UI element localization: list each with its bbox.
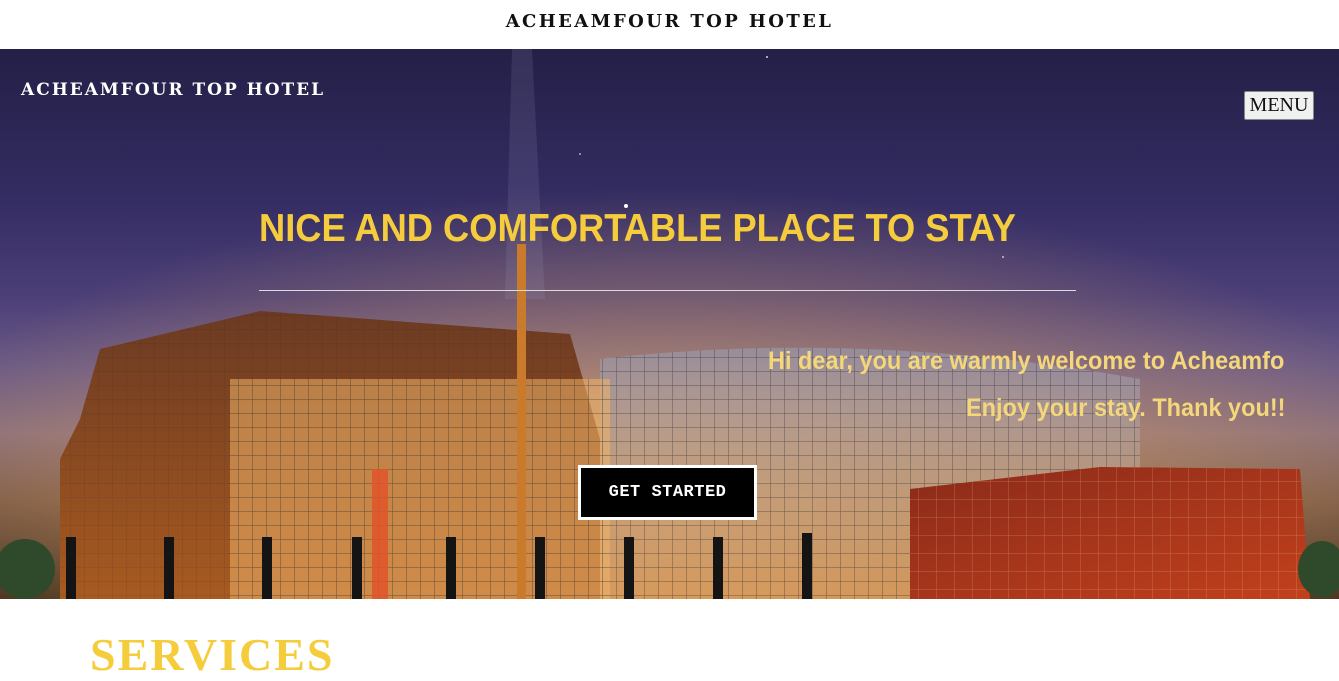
enjoy-stay-text: Enjoy your stay. Thank you!! — [966, 394, 1286, 422]
get-started-button[interactable]: GET STARTED — [578, 465, 757, 520]
hero-headline: NICE AND COMFORTABLE PLACE TO STAY — [259, 207, 1017, 250]
services-heading: SERVICES — [90, 629, 335, 680]
headline-divider — [259, 290, 1076, 291]
hero-banner: ACHEAMFOUR TOP HOTEL MENU NICE AND COMFO… — [0, 49, 1339, 599]
brand-logo-text[interactable]: ACHEAMFOUR TOP HOTEL — [21, 80, 325, 100]
top-bar: ACHEAMFOUR TOP HOTEL — [0, 0, 1339, 49]
site-title: ACHEAMFOUR TOP HOTEL — [505, 11, 834, 32]
menu-button[interactable]: MENU — [1244, 91, 1314, 120]
welcome-marquee-text: Hi dear, you are warmly welcome to Achea… — [768, 347, 1285, 375]
